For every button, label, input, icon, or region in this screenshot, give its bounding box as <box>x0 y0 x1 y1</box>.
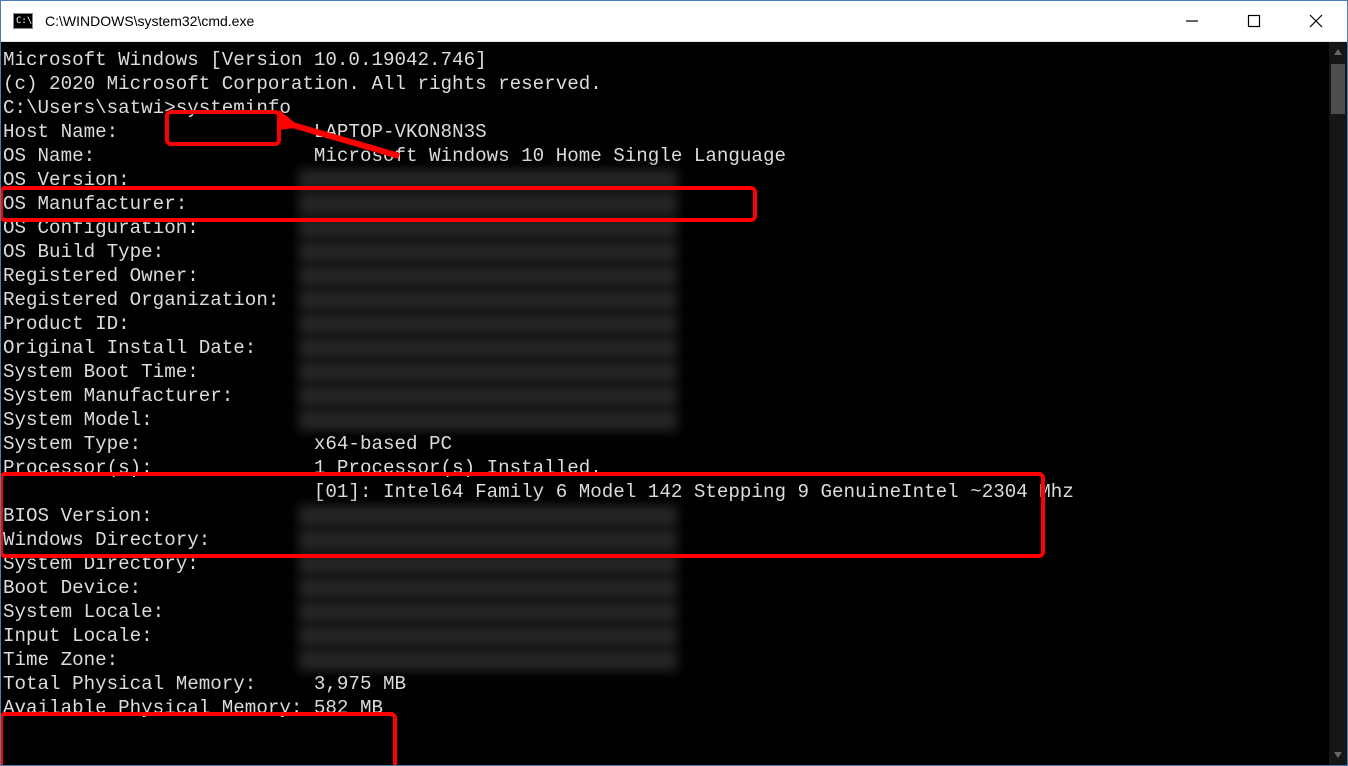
redacted-blur <box>298 625 678 647</box>
systeminfo-row: BIOS Version: <box>3 504 1329 528</box>
row-value: 3,975 MB <box>314 673 406 695</box>
row-label: System Manufacturer: <box>3 385 314 407</box>
redacted-blur <box>298 553 678 575</box>
row-value: LAPTOP-VKON8N3S <box>314 121 487 143</box>
prompt-command: systeminfo <box>176 97 291 119</box>
systeminfo-row: Windows Directory: <box>3 528 1329 552</box>
systeminfo-row: System Manufacturer: <box>3 384 1329 408</box>
systeminfo-row: System Model: <box>3 408 1329 432</box>
cmd-window: C:\. C:\WINDOWS\system32\cmd.exe Microso… <box>0 0 1348 766</box>
systeminfo-row: System Locale: <box>3 600 1329 624</box>
console-header-line: Microsoft Windows [Version 10.0.19042.74… <box>3 48 1329 72</box>
systeminfo-row: [01]: Intel64 Family 6 Model 142 Steppin… <box>3 480 1329 504</box>
row-label: Registered Owner: <box>3 265 314 287</box>
row-label: Available Physical Memory: <box>3 697 314 719</box>
cmd-icon: C:\. <box>1 13 41 29</box>
row-label: BIOS Version: <box>3 505 314 527</box>
row-label: System Locale: <box>3 601 314 623</box>
redacted-blur <box>298 337 678 359</box>
row-label: Time Zone: <box>3 649 314 671</box>
row-label: Boot Device: <box>3 577 314 599</box>
row-label: Product ID: <box>3 313 314 335</box>
console-area[interactable]: Microsoft Windows [Version 10.0.19042.74… <box>1 42 1347 765</box>
redacted-blur <box>298 313 678 335</box>
systeminfo-row: OS Configuration: <box>3 216 1329 240</box>
scroll-thumb[interactable] <box>1331 64 1345 114</box>
row-value: Microsoft Windows 10 Home Single Languag… <box>314 145 786 167</box>
redacted-blur <box>298 169 678 191</box>
row-label: OS Version: <box>3 169 314 191</box>
redacted-blur <box>298 649 678 671</box>
redacted-blur <box>298 529 678 551</box>
systeminfo-row: Host Name: LAPTOP-VKON8N3S <box>3 120 1329 144</box>
systeminfo-row: Input Locale: <box>3 624 1329 648</box>
scroll-up-icon[interactable] <box>1329 42 1347 62</box>
row-label: OS Manufacturer: <box>3 193 314 215</box>
row-label: System Boot Time: <box>3 361 314 383</box>
row-label: Registered Organization: <box>3 289 314 311</box>
titlebar[interactable]: C:\. C:\WINDOWS\system32\cmd.exe <box>1 1 1347 42</box>
row-label: System Directory: <box>3 553 314 575</box>
row-label: Windows Directory: <box>3 529 314 551</box>
redacted-blur <box>298 385 678 407</box>
close-button[interactable] <box>1285 1 1347 41</box>
row-label: System Type: <box>3 433 314 455</box>
row-value: [01]: Intel64 Family 6 Model 142 Steppin… <box>314 481 1074 503</box>
redacted-blur <box>298 265 678 287</box>
row-label: OS Build Type: <box>3 241 314 263</box>
maximize-button[interactable] <box>1223 1 1285 41</box>
systeminfo-row: Product ID: <box>3 312 1329 336</box>
systeminfo-row: System Boot Time: <box>3 360 1329 384</box>
systeminfo-row: Processor(s): 1 Processor(s) Installed. <box>3 456 1329 480</box>
systeminfo-row: OS Version: <box>3 168 1329 192</box>
prompt-path: C:\Users\satwi> <box>3 97 176 119</box>
row-label: Input Locale: <box>3 625 314 647</box>
row-label: System Model: <box>3 409 314 431</box>
redacted-blur <box>298 217 678 239</box>
window-title: C:\WINDOWS\system32\cmd.exe <box>41 13 1161 29</box>
row-value: x64-based PC <box>314 433 452 455</box>
redacted-blur <box>298 601 678 623</box>
console-header-line: (c) 2020 Microsoft Corporation. All righ… <box>3 72 1329 96</box>
systeminfo-row: Time Zone: <box>3 648 1329 672</box>
systeminfo-row: Registered Owner: <box>3 264 1329 288</box>
console-prompt-line: C:\Users\satwi>systeminfo <box>3 96 1329 120</box>
row-value: 1 Processor(s) Installed. <box>314 457 602 479</box>
row-label <box>3 481 314 503</box>
systeminfo-row: System Directory: <box>3 552 1329 576</box>
row-label: Host Name: <box>3 121 314 143</box>
systeminfo-row: OS Build Type: <box>3 240 1329 264</box>
redacted-blur <box>298 505 678 527</box>
systeminfo-row: Total Physical Memory: 3,975 MB <box>3 672 1329 696</box>
redacted-blur <box>298 409 678 431</box>
row-label: Original Install Date: <box>3 337 314 359</box>
systeminfo-row: OS Manufacturer: <box>3 192 1329 216</box>
scroll-down-icon[interactable] <box>1329 745 1347 765</box>
scrollbar[interactable] <box>1329 42 1347 765</box>
row-label: OS Configuration: <box>3 217 314 239</box>
row-label: Total Physical Memory: <box>3 673 314 695</box>
systeminfo-row: Boot Device: <box>3 576 1329 600</box>
systeminfo-row: System Type: x64-based PC <box>3 432 1329 456</box>
row-value: 582 MB <box>314 697 383 719</box>
redacted-blur <box>298 577 678 599</box>
redacted-blur <box>298 289 678 311</box>
row-label: OS Name: <box>3 145 314 167</box>
systeminfo-row: Registered Organization: <box>3 288 1329 312</box>
row-label: Processor(s): <box>3 457 314 479</box>
redacted-blur <box>298 241 678 263</box>
systeminfo-row: Available Physical Memory: 582 MB <box>3 696 1329 720</box>
redacted-blur <box>298 193 678 215</box>
redacted-blur <box>298 361 678 383</box>
systeminfo-row: Original Install Date: <box>3 336 1329 360</box>
minimize-button[interactable] <box>1161 1 1223 41</box>
systeminfo-row: OS Name: Microsoft Windows 10 Home Singl… <box>3 144 1329 168</box>
